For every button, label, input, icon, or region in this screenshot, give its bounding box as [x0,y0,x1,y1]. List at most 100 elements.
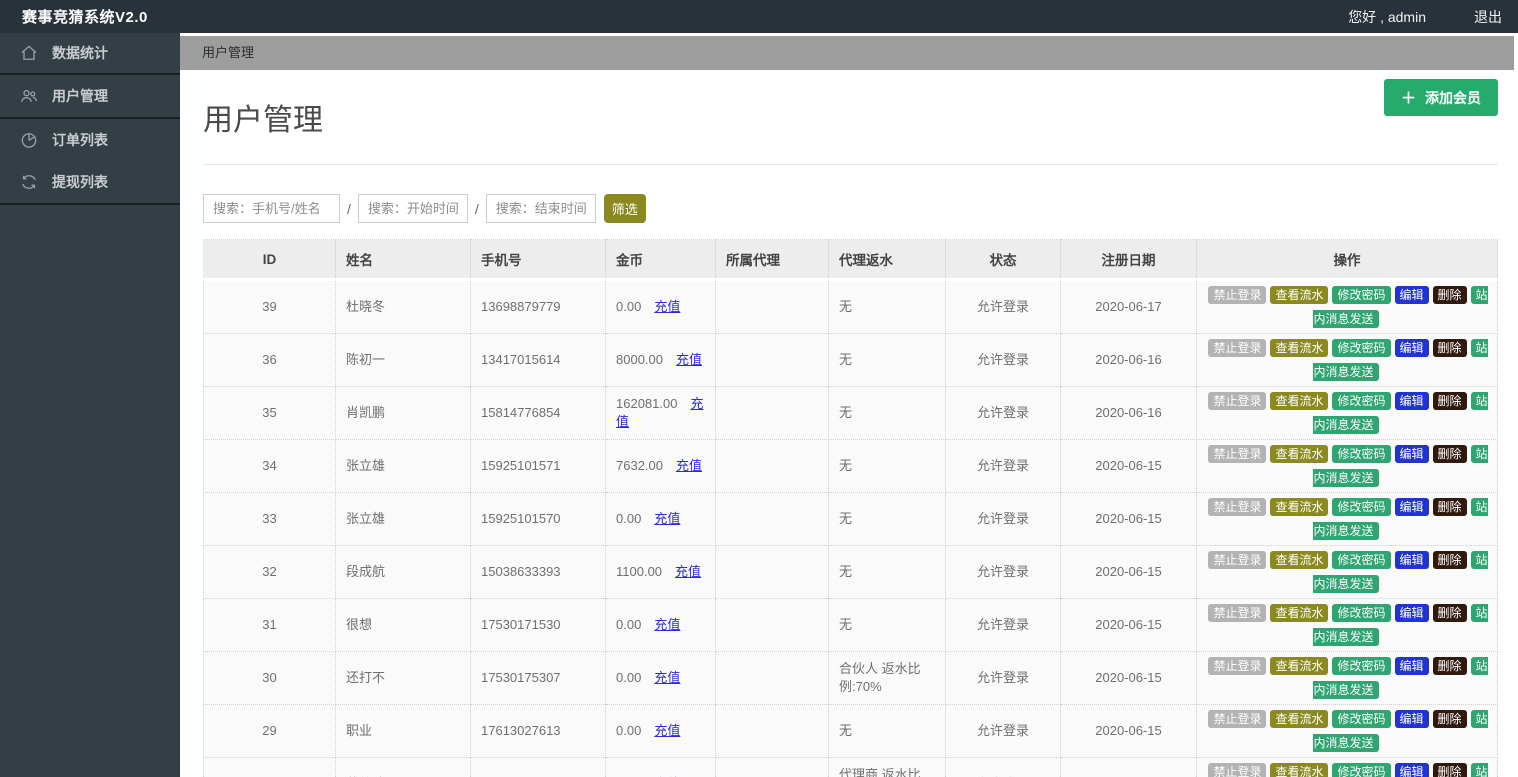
change-password-button[interactable]: 修改密码 [1332,551,1391,569]
view-flow-button[interactable]: 查看流水 [1270,498,1329,516]
view-flow-button[interactable]: 查看流水 [1270,339,1329,357]
change-password-button[interactable]: 修改密码 [1332,763,1391,777]
cell-rebate: 无 [828,598,946,652]
logout-link[interactable]: 退出 [1474,7,1502,27]
title-divider [203,164,1498,165]
delete-button[interactable]: 删除 [1432,551,1467,569]
cell-id: 30 [203,651,336,705]
edit-button[interactable]: 编辑 [1394,551,1429,569]
recharge-link[interactable]: 充值 [676,458,702,473]
cell-actions: 禁止登录查看流水修改密码编辑删除站内消息发送 [1196,386,1498,440]
change-password-button[interactable]: 修改密码 [1332,604,1391,622]
view-flow-button[interactable]: 查看流水 [1270,445,1329,463]
cell-actions: 禁止登录查看流水修改密码编辑删除站内消息发送 [1196,333,1498,387]
cell-actions: 禁止登录查看流水修改密码编辑删除站内消息发送 [1196,757,1498,777]
ban-login-button[interactable]: 禁止登录 [1208,710,1267,728]
ban-login-button[interactable]: 禁止登录 [1208,392,1267,410]
change-password-button[interactable]: 修改密码 [1332,286,1391,304]
cell-date: 2020-06-16 [1060,386,1197,440]
delete-button[interactable]: 删除 [1432,445,1467,463]
view-flow-button[interactable]: 查看流水 [1270,286,1329,304]
edit-button[interactable]: 编辑 [1394,498,1429,516]
view-flow-button[interactable]: 查看流水 [1270,763,1329,777]
change-password-button[interactable]: 修改密码 [1332,657,1391,675]
edit-button[interactable]: 编辑 [1394,763,1429,777]
delete-button[interactable]: 删除 [1432,763,1467,777]
delete-button[interactable]: 删除 [1432,498,1467,516]
ban-login-button[interactable]: 禁止登录 [1208,657,1267,675]
cell-agent [715,333,829,387]
user-table: ID 姓名 手机号 金币 所属代理 代理返水 状态 注册日期 操作 39 杜晓冬 136988797… [203,239,1498,777]
edit-button[interactable]: 编辑 [1394,710,1429,728]
filter-button[interactable]: 筛选 [603,194,646,223]
ban-login-button[interactable]: 禁止登录 [1208,339,1267,357]
search-separator: / [474,200,479,217]
cell-id: 31 [203,598,336,652]
cell-gold: 8000.00 充值 [605,333,716,387]
gold-value: 0.00 [616,617,642,632]
recharge-link[interactable]: 充值 [675,564,701,579]
search-keyword-input[interactable] [203,194,340,223]
home-icon [19,43,39,63]
cell-id: 39 [203,279,336,334]
sidebar-item-user-management[interactable]: 用户管理 [0,75,180,117]
change-password-button[interactable]: 修改密码 [1332,498,1391,516]
delete-button[interactable]: 删除 [1432,604,1467,622]
add-member-button[interactable]: ＋ 添加会员 [1383,79,1498,116]
cell-status: 允许登录 [945,651,1061,705]
cell-rebate: 无 [828,439,946,493]
sidebar-item-withdraw-list[interactable]: 提现列表 [0,161,180,203]
gold-value: 8000.00 [616,352,663,367]
edit-button[interactable]: 编辑 [1394,339,1429,357]
change-password-button[interactable]: 修改密码 [1332,710,1391,728]
edit-button[interactable]: 编辑 [1394,445,1429,463]
edit-button[interactable]: 编辑 [1394,604,1429,622]
table-row: 31 很想 17530171530 0.00 充值无允许登录 2020-06-15 禁止登录… [203,598,1498,652]
delete-button[interactable]: 删除 [1432,339,1467,357]
delete-button[interactable]: 删除 [1432,286,1467,304]
change-password-button[interactable]: 修改密码 [1332,339,1391,357]
view-flow-button[interactable]: 查看流水 [1270,710,1329,728]
edit-button[interactable]: 编辑 [1394,286,1429,304]
cell-agent [715,386,829,440]
delete-button[interactable]: 删除 [1432,710,1467,728]
search-end-time-input[interactable] [485,194,596,223]
recharge-link[interactable]: 充值 [676,352,702,367]
search-start-time-input[interactable] [357,194,468,223]
search-bar: / / 筛选 [203,194,1498,223]
delete-button[interactable]: 删除 [1432,657,1467,675]
cell-gold: 7632.00 充值 [605,439,716,493]
cell-name: 还打不 [335,651,471,705]
recharge-link[interactable]: 充值 [654,670,680,685]
change-password-button[interactable]: 修改密码 [1332,445,1391,463]
view-flow-button[interactable]: 查看流水 [1270,392,1329,410]
ban-login-button[interactable]: 禁止登录 [1208,445,1267,463]
cell-name: 陈初一 [335,333,471,387]
edit-button[interactable]: 编辑 [1394,392,1429,410]
cell-actions: 禁止登录查看流水修改密码编辑删除站内消息发送 [1196,492,1498,546]
sidebar-item-data-stats[interactable]: 数据统计 [0,33,180,73]
change-password-button[interactable]: 修改密码 [1332,392,1391,410]
cell-name: 很想 [335,598,471,652]
recharge-link[interactable]: 充值 [654,617,680,632]
col-header-status: 状态 [945,239,1061,281]
ban-login-button[interactable]: 禁止登录 [1208,551,1267,569]
ban-login-button[interactable]: 禁止登录 [1208,604,1267,622]
cell-gold: 0.00 充值 [605,651,716,705]
ban-login-button[interactable]: 禁止登录 [1208,763,1267,777]
recharge-link[interactable]: 充值 [654,299,680,314]
cell-phone: 13698879779 [470,279,606,334]
ban-login-button[interactable]: 禁止登录 [1208,498,1267,516]
view-flow-button[interactable]: 查看流水 [1270,551,1329,569]
recharge-link[interactable]: 充值 [654,511,680,526]
view-flow-button[interactable]: 查看流水 [1270,657,1329,675]
view-flow-button[interactable]: 查看流水 [1270,604,1329,622]
delete-button[interactable]: 删除 [1432,392,1467,410]
cell-date: 2020-06-15 [1060,598,1197,652]
sidebar-item-order-list[interactable]: 订单列表 [0,119,180,161]
edit-button[interactable]: 编辑 [1394,657,1429,675]
cell-phone: 15038633393 [470,545,606,599]
ban-login-button[interactable]: 禁止登录 [1208,286,1267,304]
cell-phone: 17346771776 [470,757,606,777]
recharge-link[interactable]: 充值 [654,723,680,738]
